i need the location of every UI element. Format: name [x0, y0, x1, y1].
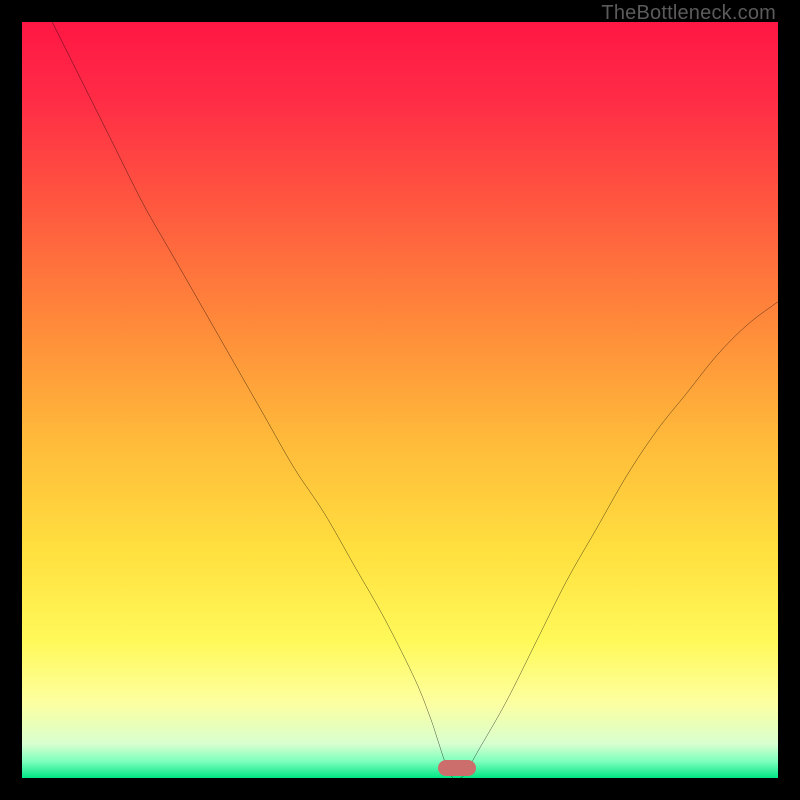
watermark-text: TheBottleneck.com: [601, 2, 776, 25]
chart-frame: TheBottleneck.com: [0, 0, 800, 800]
background-gradient: [22, 22, 778, 778]
plot-area: [22, 22, 778, 778]
optimal-marker: [438, 760, 476, 776]
